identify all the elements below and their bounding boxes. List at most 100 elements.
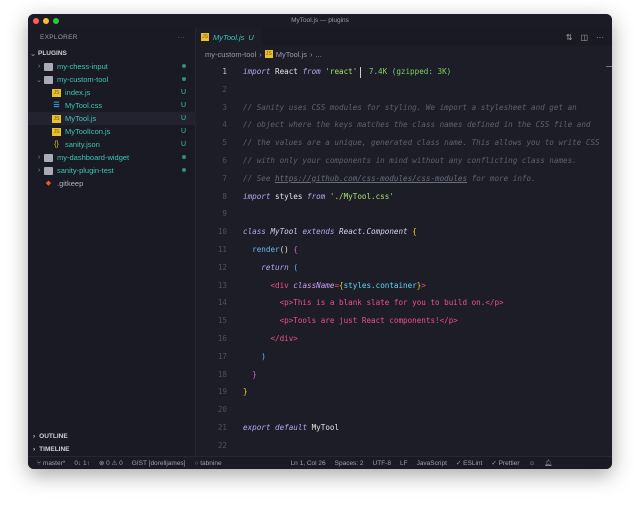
tab-label: MyTool.js xyxy=(213,32,245,42)
code-line[interactable]: 18 } xyxy=(196,366,612,384)
code-line[interactable]: 9 xyxy=(196,205,612,223)
split-editor-icon[interactable]: ◫ xyxy=(580,33,588,42)
breadcrumb-folder[interactable]: my-custom-tool xyxy=(205,50,256,59)
close-button[interactable] xyxy=(33,18,39,24)
explorer-item[interactable]: ☰ MyTool.css U xyxy=(28,99,196,112)
code-line[interactable]: 16 </div> xyxy=(196,330,612,348)
code-line[interactable]: 13 <div className={styles.container}> xyxy=(196,277,612,295)
code-line[interactable]: 15 <p>Tools are just React components!</… xyxy=(196,312,612,330)
sync-status[interactable]: 0↓ 1↑ xyxy=(74,460,90,467)
code-token: default xyxy=(275,423,308,432)
breadcrumb-file[interactable]: MyTool.js xyxy=(276,50,307,59)
more-actions-icon[interactable]: ··· xyxy=(596,33,604,42)
modified-dot-icon xyxy=(182,167,186,174)
folder-icon xyxy=(44,166,53,175)
bell-icon[interactable]: 🔔︎ xyxy=(544,459,552,467)
code-line[interactable]: 14 <p>This is a blank slate for you to b… xyxy=(196,294,612,312)
compare-changes-icon[interactable]: ⇅ xyxy=(566,33,573,42)
chevron-down-icon: ⌄ xyxy=(30,50,36,58)
code-line[interactable]: 4 // object where the keys matches the cl… xyxy=(196,116,612,134)
js-file-icon: JS xyxy=(52,114,61,123)
problems-indicator[interactable]: ⊗ 0 ⚠ 0 xyxy=(99,459,123,467)
code-token: render xyxy=(252,245,280,254)
explorer-item[interactable]: JS index.js U xyxy=(28,86,196,99)
outline-section[interactable]: › OUTLINE xyxy=(28,430,196,443)
code-token: <div xyxy=(270,280,294,290)
explorer-item-label: index.js xyxy=(65,88,91,97)
prettier-status[interactable]: ✓ Prettier xyxy=(491,459,519,467)
code-text: ) xyxy=(243,348,266,366)
cursor-position[interactable]: Ln 1, Col 26 xyxy=(291,460,326,467)
explorer-title: EXPLORER xyxy=(40,34,78,41)
explorer-item[interactable]: › sanity-plugin-test xyxy=(28,164,196,177)
code-line[interactable]: 20 xyxy=(196,401,612,419)
code-token: import xyxy=(243,191,271,201)
explorer-item[interactable]: › my-dashboard-widget xyxy=(28,151,196,164)
code-line[interactable]: 22 xyxy=(196,437,612,455)
language-mode[interactable]: JavaScript xyxy=(417,460,447,467)
modified-dot-icon xyxy=(182,154,186,161)
minimize-button[interactable] xyxy=(43,18,49,24)
css-file-icon: ☰ xyxy=(53,101,60,109)
code-token: <p>This is a blank slate for you to buil… xyxy=(279,298,504,308)
status-bar: ⑂ master* 0↓ 1↑ ⊗ 0 ⚠ 0 GIST [dorelljames] ○… xyxy=(28,456,612,469)
explorer-item[interactable]: ◆ .gitkeep xyxy=(28,177,196,190)
line-number: 17 xyxy=(217,351,227,361)
code-line[interactable]: 6 // with only your components in mind wi… xyxy=(196,152,612,170)
branch-indicator[interactable]: master* xyxy=(43,460,65,467)
tabnine-indicator[interactable]: ○ tabnine xyxy=(195,460,222,467)
explorer-item[interactable]: ⌄ my-custom-tool xyxy=(28,73,196,86)
code-text: // the values are a unique, generated cl… xyxy=(243,134,600,152)
git-file-icon: ◆ xyxy=(45,179,52,187)
code-text: class MyTool extends React.Component { xyxy=(243,223,417,241)
code-line[interactable]: 12 return ( xyxy=(196,259,612,277)
explorer-item[interactable]: JS MyToolIcon.js U xyxy=(28,125,196,138)
code-token: https://github.com/css-modules/css-modul… xyxy=(275,173,468,183)
maximize-button[interactable] xyxy=(53,18,59,24)
code-text: <p>This is a blank slate for you to buil… xyxy=(243,294,504,312)
folder-icon xyxy=(44,75,53,84)
code-line[interactable]: 10 class MyTool extends React.Component { xyxy=(196,223,612,241)
feedback-icon[interactable]: ☺ xyxy=(529,460,536,467)
code-line[interactable]: 2 xyxy=(196,81,612,99)
git-status-badge: U xyxy=(180,102,186,109)
code-token: from xyxy=(307,191,326,201)
code-token: from xyxy=(302,67,321,76)
explorer-item[interactable]: {} sanity.json U xyxy=(28,138,196,151)
breadcrumb-symbol[interactable]: ... xyxy=(316,50,322,59)
code-line[interactable]: 3 // Sanity uses CSS modules for styling.… xyxy=(196,99,612,117)
explorer-item-label: my-custom-tool xyxy=(57,75,109,84)
explorer-item[interactable]: JS MyTool.js U xyxy=(28,112,196,125)
code-line[interactable]: 11 render() { xyxy=(196,241,612,259)
code-text: // See https://github.com/css-modules/cs… xyxy=(243,170,536,188)
line-number: 1 xyxy=(222,67,227,76)
tab-status: U xyxy=(248,32,254,42)
explorer-item-label: .gitkeep xyxy=(57,179,84,188)
line-number: 4 xyxy=(222,120,227,130)
code-line[interactable]: 17 ) xyxy=(196,348,612,366)
code-line[interactable]: 5 // the values are a unique, generated c… xyxy=(196,134,612,152)
code-line[interactable]: 7 // See https://github.com/css-modules/c… xyxy=(196,170,612,188)
eslint-status[interactable]: ✓ ESLint xyxy=(456,459,482,467)
gist-indicator[interactable]: GIST [dorelljames] xyxy=(132,460,186,467)
more-actions-icon[interactable]: ··· xyxy=(178,34,185,41)
line-number: 12 xyxy=(217,262,227,272)
code-line[interactable]: 21 export default MyTool xyxy=(196,419,612,437)
encoding[interactable]: UTF-8 xyxy=(373,460,391,467)
tab-mytool-js[interactable]: JS MyTool.js U xyxy=(196,28,262,46)
indentation[interactable]: Spaces: 2 xyxy=(335,460,364,467)
code-token: return xyxy=(261,262,289,272)
code-line[interactable]: 19} xyxy=(196,383,612,401)
chevron-right-icon: › xyxy=(310,49,313,59)
git-status-badge: U xyxy=(180,115,186,122)
code-line[interactable]: 1 import React from 'react' 7.4K (gzipped… xyxy=(196,63,612,81)
timeline-section[interactable]: › TIMELINE xyxy=(28,443,196,456)
explorer-item-label: MyTool.css xyxy=(65,101,103,110)
code-line[interactable]: 8 import styles from './MyTool.css' xyxy=(196,188,612,206)
git-status-badge: U xyxy=(180,128,186,135)
explorer-item[interactable]: › my-chess-input xyxy=(28,60,196,73)
line-ending[interactable]: LF xyxy=(400,460,408,467)
code-editor[interactable]: 1 import React from 'react' 7.4K (gzipped… xyxy=(196,62,612,456)
workspace-root[interactable]: ⌄ PLUGINS xyxy=(28,47,196,60)
